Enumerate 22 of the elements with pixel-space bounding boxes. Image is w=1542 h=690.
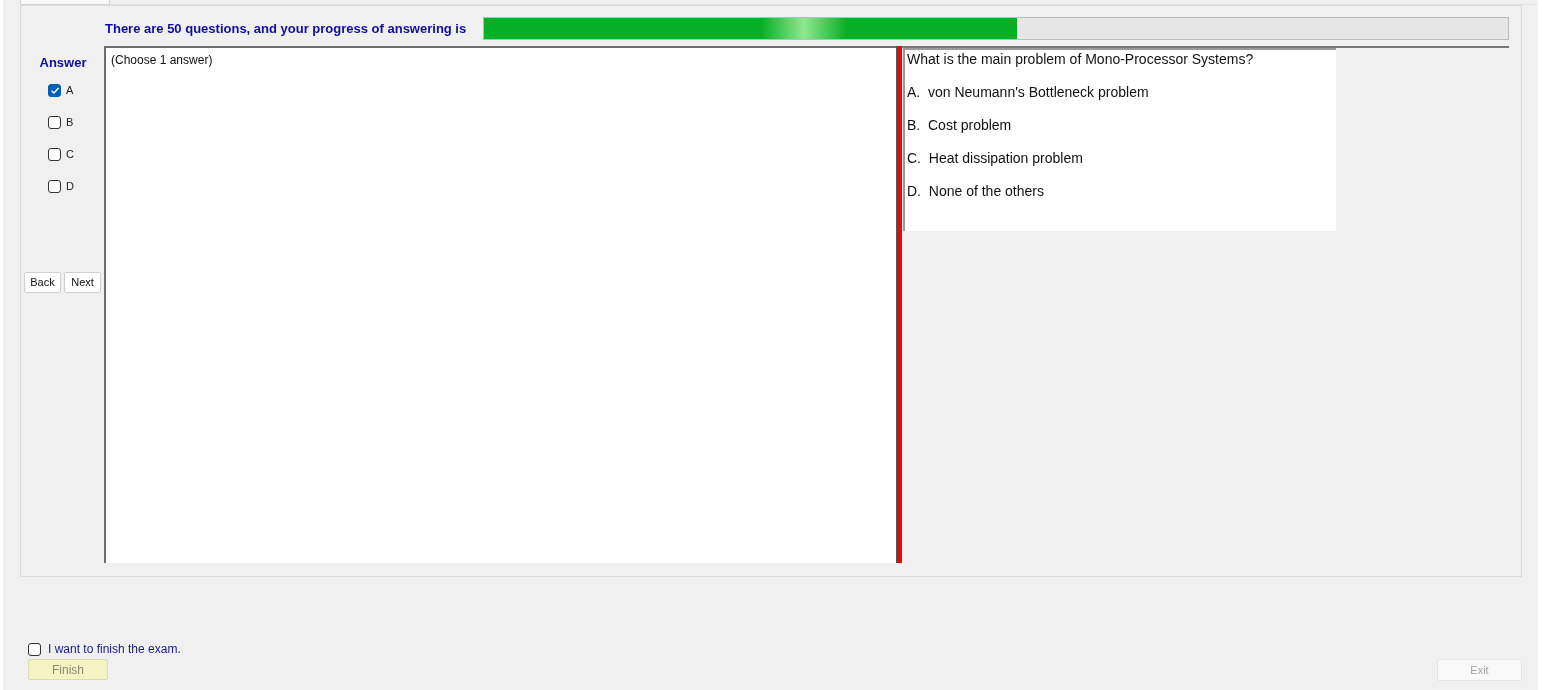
progress-label: There are 50 questions, and your progress of answering is [105, 19, 467, 38]
answer-title: Answer [38, 55, 88, 71]
choice-text: A. von Neumann's Bottleneck problem [907, 83, 1149, 101]
answer-checkbox[interactable] [48, 179, 61, 193]
answer-option-label: D [66, 178, 74, 194]
choice-text: C. Heat dissipation problem [907, 149, 1083, 167]
answer-option-label: A [66, 82, 74, 98]
answer-option-label: C [66, 146, 74, 162]
choice-text: B. Cost problem [907, 116, 1012, 134]
choice-text: D. None of the others [907, 182, 1044, 200]
answer-checkbox[interactable] [48, 147, 61, 161]
finish-checkbox[interactable] [28, 642, 41, 656]
answer-text-area[interactable]: (Choose 1 answer) [104, 46, 896, 563]
finish-label: I want to finish the exam. [48, 641, 181, 658]
answer-checkbox[interactable] [48, 115, 61, 129]
answer-hint: (Choose 1 answer) [111, 53, 213, 68]
checkmark-icon [50, 86, 59, 94]
answer-checkbox[interactable] [48, 83, 61, 97]
answer-option-label: B [66, 114, 74, 130]
nav-button[interactable]: Back [24, 272, 61, 293]
question-text: What is the main problem of Mono-Processor Systems? [907, 50, 1254, 68]
nav-button[interactable]: Next [64, 272, 101, 293]
